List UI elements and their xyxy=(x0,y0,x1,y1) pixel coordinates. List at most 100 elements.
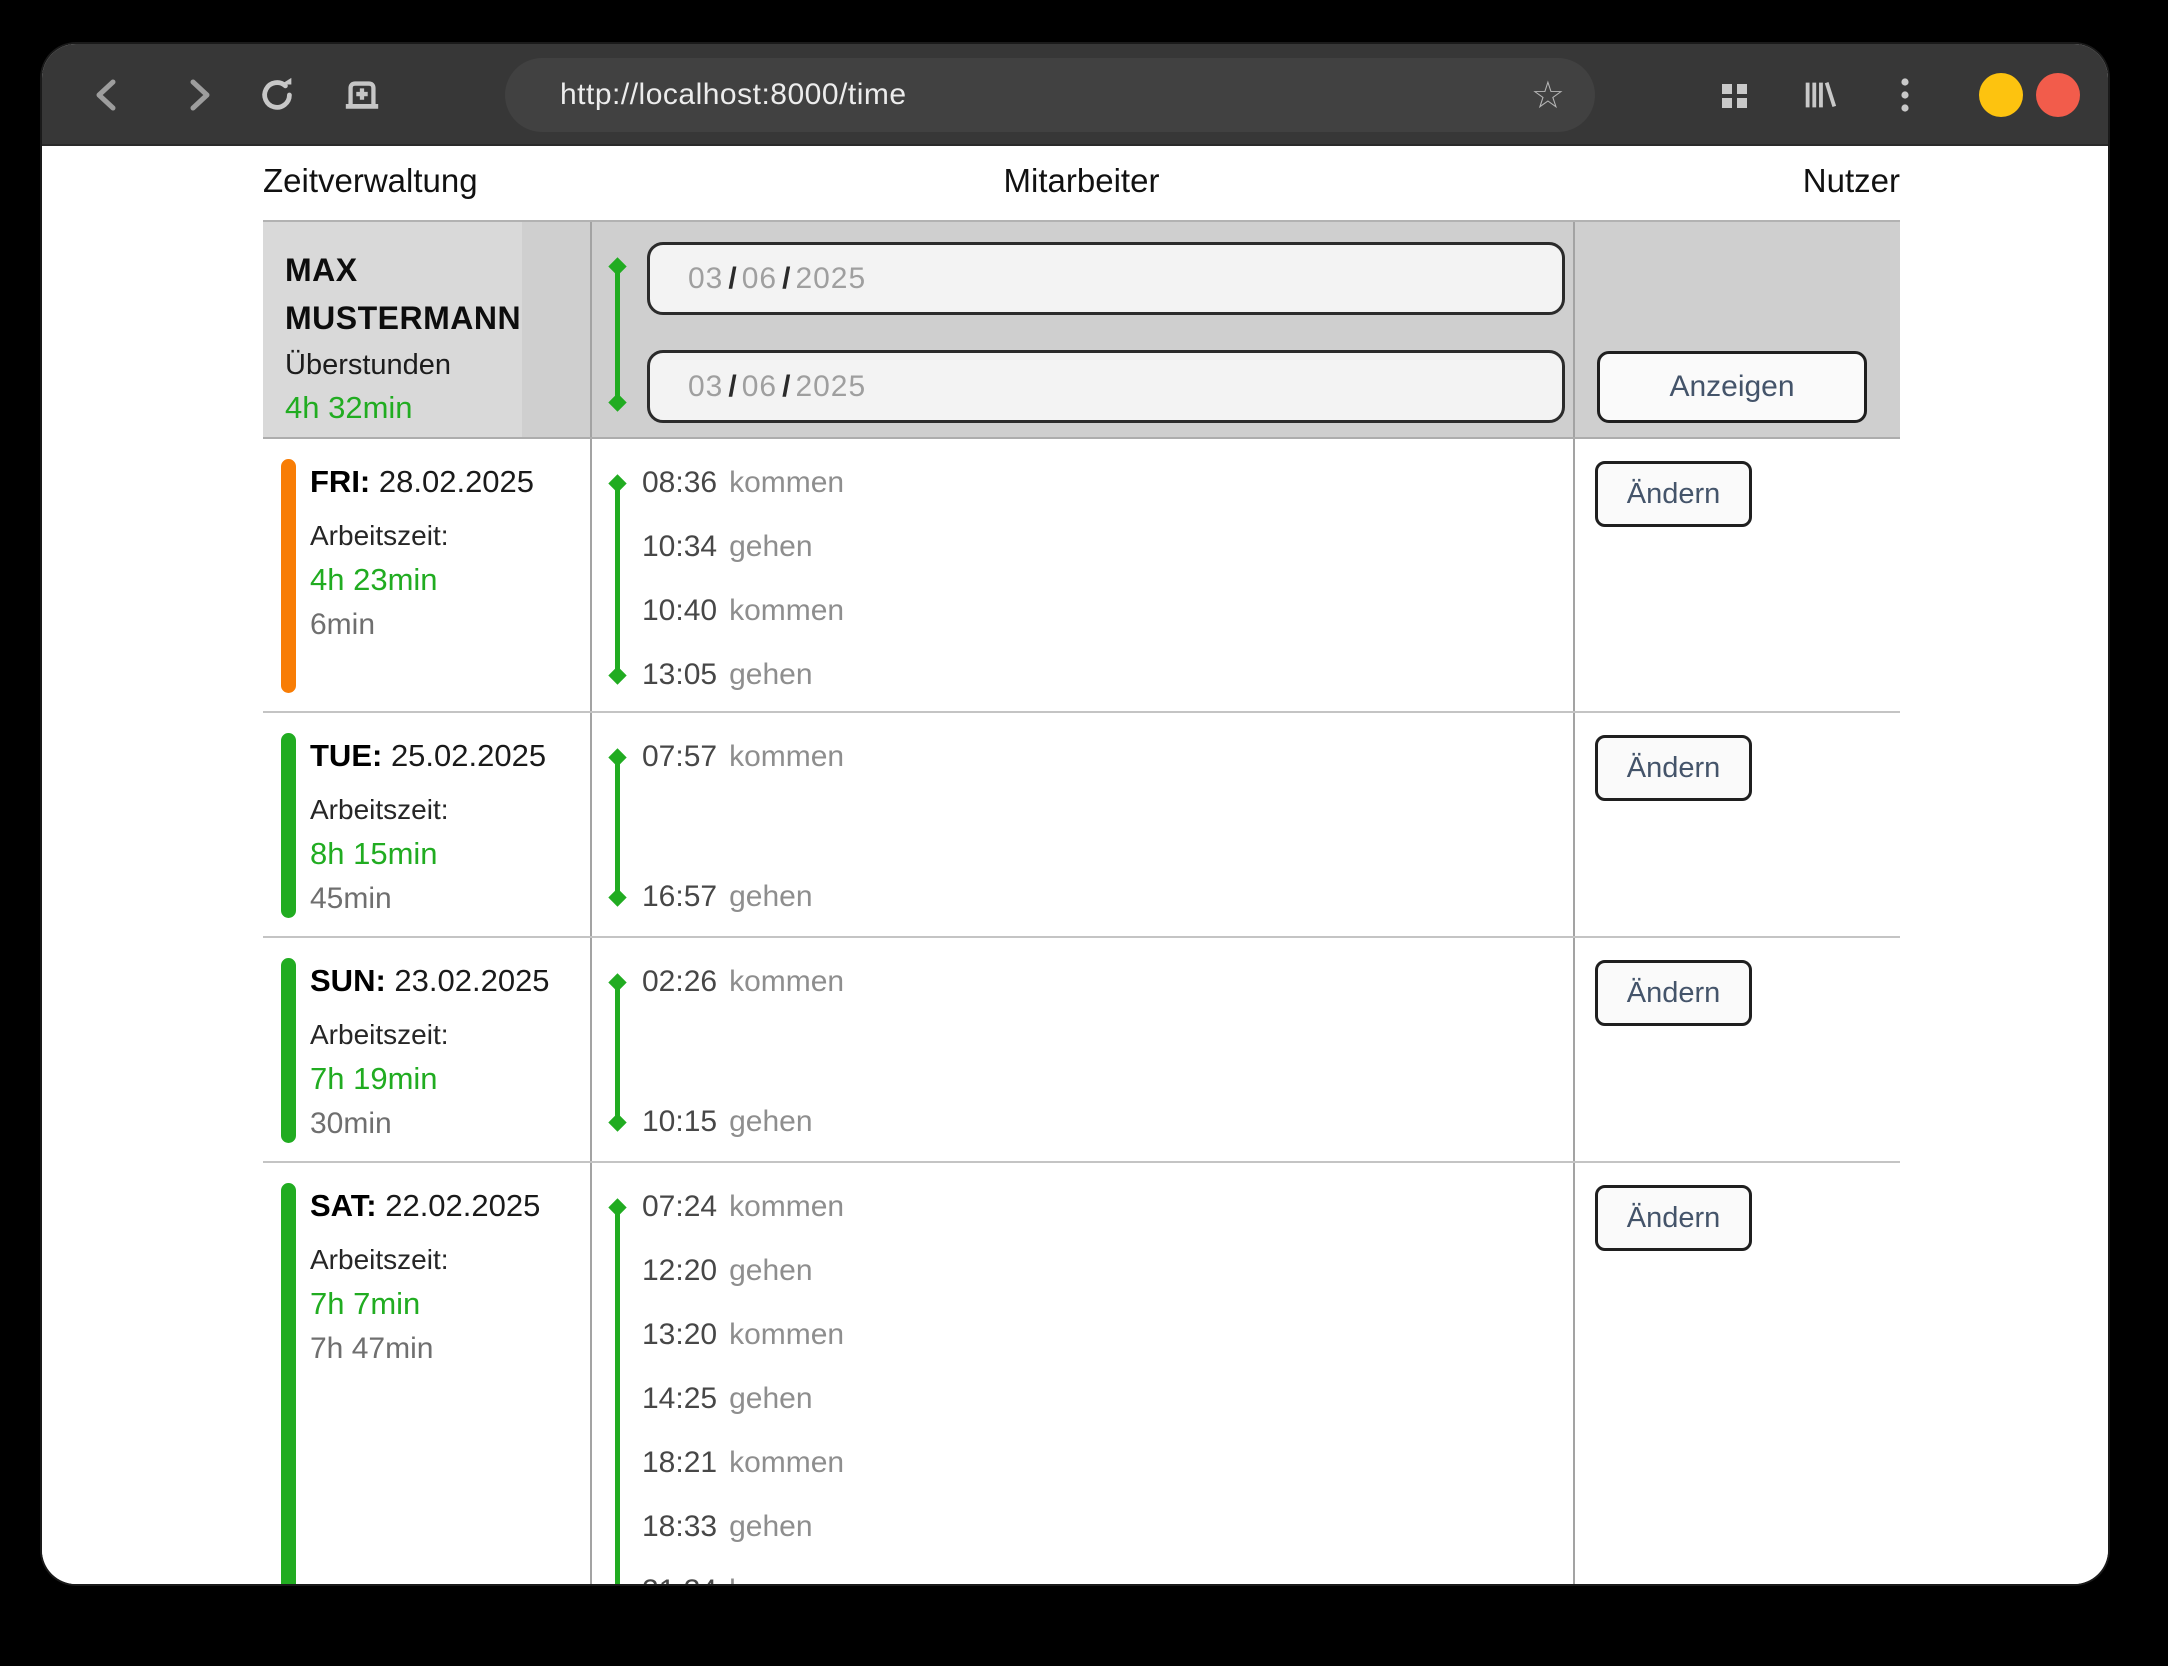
time-entry-type: gehen xyxy=(729,1510,812,1543)
page-content: Zeitverwaltung Mitarbeiter Nutzer MAX MU… xyxy=(42,146,2108,1584)
time-entry-type: gehen xyxy=(729,880,812,913)
browser-window: http://localhost:8000/time ☆ Zeitverwalt… xyxy=(42,44,2108,1584)
day-title: TUE: 25.02.2025 xyxy=(310,725,546,787)
day-date: 22.02.2025 xyxy=(377,1188,541,1223)
worktime-label: Arbeitszeit: xyxy=(310,1237,540,1283)
day-status-bar xyxy=(281,958,296,1143)
reload-button[interactable] xyxy=(258,75,298,115)
day-date: 28.02.2025 xyxy=(370,464,534,499)
day-name: FRI: xyxy=(310,464,370,499)
day-actions-cell: Ändern xyxy=(1573,713,1900,936)
day-status-bar xyxy=(281,1183,296,1584)
aendern-button[interactable]: Ändern xyxy=(1595,960,1752,1026)
time-entry-time: 07:24 xyxy=(642,1190,717,1223)
forward-button[interactable] xyxy=(178,75,218,115)
menu-kebab-icon[interactable] xyxy=(1885,75,1925,115)
screen: http://localhost:8000/time ☆ Zeitverwalt… xyxy=(0,0,2168,1666)
timeline-line xyxy=(615,483,620,675)
nav-nutzer[interactable]: Nutzer xyxy=(1803,162,1900,200)
aendern-button[interactable]: Ändern xyxy=(1595,735,1752,801)
time-entry-type: kommen xyxy=(729,594,844,627)
day-actions-cell: Ändern xyxy=(1573,1163,1900,1584)
minimize-window-button[interactable] xyxy=(1979,73,2023,117)
url-bar[interactable]: http://localhost:8000/time ☆ xyxy=(505,58,1595,132)
aendern-button[interactable]: Ändern xyxy=(1595,461,1752,527)
time-entry-time: 12:20 xyxy=(642,1254,717,1287)
new-tab-button[interactable] xyxy=(342,75,382,115)
anzeigen-button[interactable]: Anzeigen xyxy=(1597,351,1867,423)
time-entry: 21:34kommen xyxy=(642,1563,844,1584)
time-entry-time: 10:34 xyxy=(642,530,717,563)
time-table: MAX MUSTERMANN Überstunden 4h 32min xyxy=(263,220,1900,1584)
time-entry-type: gehen xyxy=(729,1382,812,1415)
day-date: 23.02.2025 xyxy=(386,963,550,998)
time-entry-time: 16:57 xyxy=(642,880,717,913)
time-entry-type: kommen xyxy=(729,740,844,773)
time-entry-time: 08:36 xyxy=(642,466,717,499)
employee-cell: MAX MUSTERMANN Überstunden 4h 32min xyxy=(263,222,590,437)
worktime-label: Arbeitszeit: xyxy=(310,1012,550,1058)
day-rows: FRI: 28.02.2025Arbeitszeit:4h 23min6min0… xyxy=(263,439,1900,1584)
day-summary-cell: SAT: 22.02.2025Arbeitszeit:7h 7min7h 47m… xyxy=(263,1163,590,1584)
break-time-value: 30min xyxy=(310,1100,550,1148)
actions-header-cell: Anzeigen xyxy=(1573,222,1900,437)
date-to-part2: 06 xyxy=(742,370,777,404)
time-entry: 18:21 kommen xyxy=(642,1435,844,1491)
time-entry: 08:36 kommen xyxy=(642,455,844,511)
timeline-cell: 07:57kommen16:57gehen xyxy=(590,713,1573,936)
date-from-year: 2025 xyxy=(795,262,866,296)
time-entry-type: kommen xyxy=(729,466,844,499)
time-entry: 07:24kommen xyxy=(642,1179,844,1235)
back-button[interactable] xyxy=(88,75,128,115)
forward-chevron-icon xyxy=(178,75,218,115)
extensions-grid-icon[interactable] xyxy=(1715,75,1755,115)
time-entry-type: kommen xyxy=(729,1446,844,1479)
employee-last-name: MUSTERMANN xyxy=(285,294,522,342)
nav-mitarbeiter[interactable]: Mitarbeiter xyxy=(1004,162,1160,200)
time-entry: 12:20 gehen xyxy=(642,1243,813,1299)
time-entry: 16:57 gehen xyxy=(642,869,813,925)
time-entry-type: gehen xyxy=(729,1105,812,1138)
bookmark-star-icon[interactable]: ☆ xyxy=(1531,58,1565,132)
time-entry-time: 14:25 xyxy=(642,1382,717,1415)
time-entry-type: gehen xyxy=(729,530,812,563)
filter-header-row: MAX MUSTERMANN Überstunden 4h 32min xyxy=(263,222,1900,439)
date-from-input[interactable]: 03/06/2025 xyxy=(647,242,1565,315)
new-tab-icon xyxy=(342,74,382,116)
day-info: TUE: 25.02.2025Arbeitszeit:8h 15min45min xyxy=(310,725,546,923)
time-entry-type: kommen xyxy=(729,965,844,998)
employee-summary: MAX MUSTERMANN Überstunden 4h 32min xyxy=(263,222,522,437)
day-info: SUN: 23.02.2025Arbeitszeit:7h 19min30min xyxy=(310,950,550,1148)
browser-toolbar: http://localhost:8000/time ☆ xyxy=(42,44,2108,146)
worktime-value: 7h 7min xyxy=(310,1283,540,1325)
date-separator: / xyxy=(782,262,790,296)
time-entry-type: gehen xyxy=(729,658,812,691)
day-name: SUN: xyxy=(310,963,386,998)
time-entry: 14:25 gehen xyxy=(642,1371,813,1427)
library-button[interactable] xyxy=(1800,75,1840,115)
date-from-part1: 03 xyxy=(688,262,723,296)
back-chevron-icon xyxy=(88,75,128,115)
break-time-value: 45min xyxy=(310,875,546,923)
date-separator: / xyxy=(782,370,790,404)
worktime-value: 8h 15min xyxy=(310,833,546,875)
aendern-button[interactable]: Ändern xyxy=(1595,1185,1752,1251)
day-title: FRI: 28.02.2025 xyxy=(310,451,534,513)
timeline-endpoint-icon xyxy=(608,973,626,991)
time-entry-type: gehen xyxy=(729,1254,812,1287)
nav-zeitverwaltung[interactable]: Zeitverwaltung xyxy=(263,162,478,200)
time-entry-time: 21:34 xyxy=(642,1574,717,1584)
day-name: TUE: xyxy=(310,738,382,773)
timeline-cell: 07:24kommen12:20gehen13:20kommen14:25geh… xyxy=(590,1163,1573,1584)
time-entry-time: 10:15 xyxy=(642,1105,717,1138)
close-window-button[interactable] xyxy=(2036,73,2080,117)
time-entry: 13:05 gehen xyxy=(642,647,813,703)
timeline-endpoint-icon xyxy=(608,1113,626,1131)
time-entry-time: 18:21 xyxy=(642,1446,717,1479)
worktime-label: Arbeitszeit: xyxy=(310,787,546,833)
day-title: SAT: 22.02.2025 xyxy=(310,1175,540,1237)
date-to-input[interactable]: 03/06/2025 xyxy=(647,350,1565,423)
time-entry-time: 13:05 xyxy=(642,658,717,691)
day-row: TUE: 25.02.2025Arbeitszeit:8h 15min45min… xyxy=(263,713,1900,938)
timeline-endpoint-icon xyxy=(608,474,626,492)
